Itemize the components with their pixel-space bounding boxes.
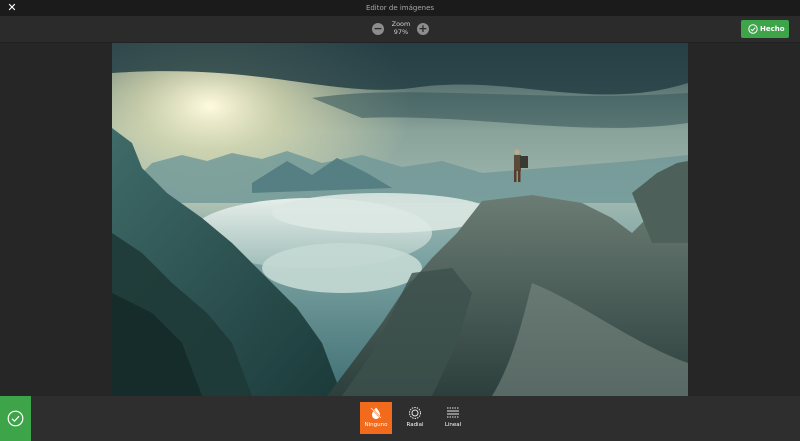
top-toolbar: − Zoom 97% + Hecho xyxy=(0,16,800,43)
check-circle-icon xyxy=(748,24,758,34)
tool-label: Ninguno xyxy=(364,422,388,428)
no-gradient-icon xyxy=(370,407,382,419)
tool-radial[interactable]: Radial xyxy=(399,402,431,434)
check-circle-icon xyxy=(7,410,24,427)
title-bar: ✕ Editor de imágenes xyxy=(0,0,800,16)
done-label: Hecho xyxy=(760,25,785,33)
tool-lineal[interactable]: Lineal xyxy=(437,402,469,434)
window-title: Editor de imágenes xyxy=(365,4,435,12)
minus-icon: − xyxy=(373,22,383,35)
zoom-in-button[interactable]: + xyxy=(417,23,429,35)
tool-label: Radial xyxy=(406,422,424,428)
image-canvas[interactable] xyxy=(112,43,688,396)
tool-ninguno[interactable]: Ninguno xyxy=(360,402,392,434)
tool-label: Lineal xyxy=(444,422,462,428)
apply-button[interactable] xyxy=(0,396,31,441)
zoom-out-button[interactable]: − xyxy=(372,23,384,35)
zoom-value: 97% xyxy=(393,28,409,36)
landscape-photo xyxy=(112,43,688,396)
plus-icon: + xyxy=(418,22,428,35)
linear-gradient-icon xyxy=(447,407,459,418)
zoom-label: Zoom xyxy=(391,20,411,28)
zoom-readout: Zoom 97% xyxy=(385,20,417,36)
bottom-toolbar: Ninguno Radial Lineal xyxy=(0,396,800,441)
done-button[interactable]: Hecho xyxy=(741,20,789,38)
radial-gradient-icon xyxy=(409,407,421,419)
